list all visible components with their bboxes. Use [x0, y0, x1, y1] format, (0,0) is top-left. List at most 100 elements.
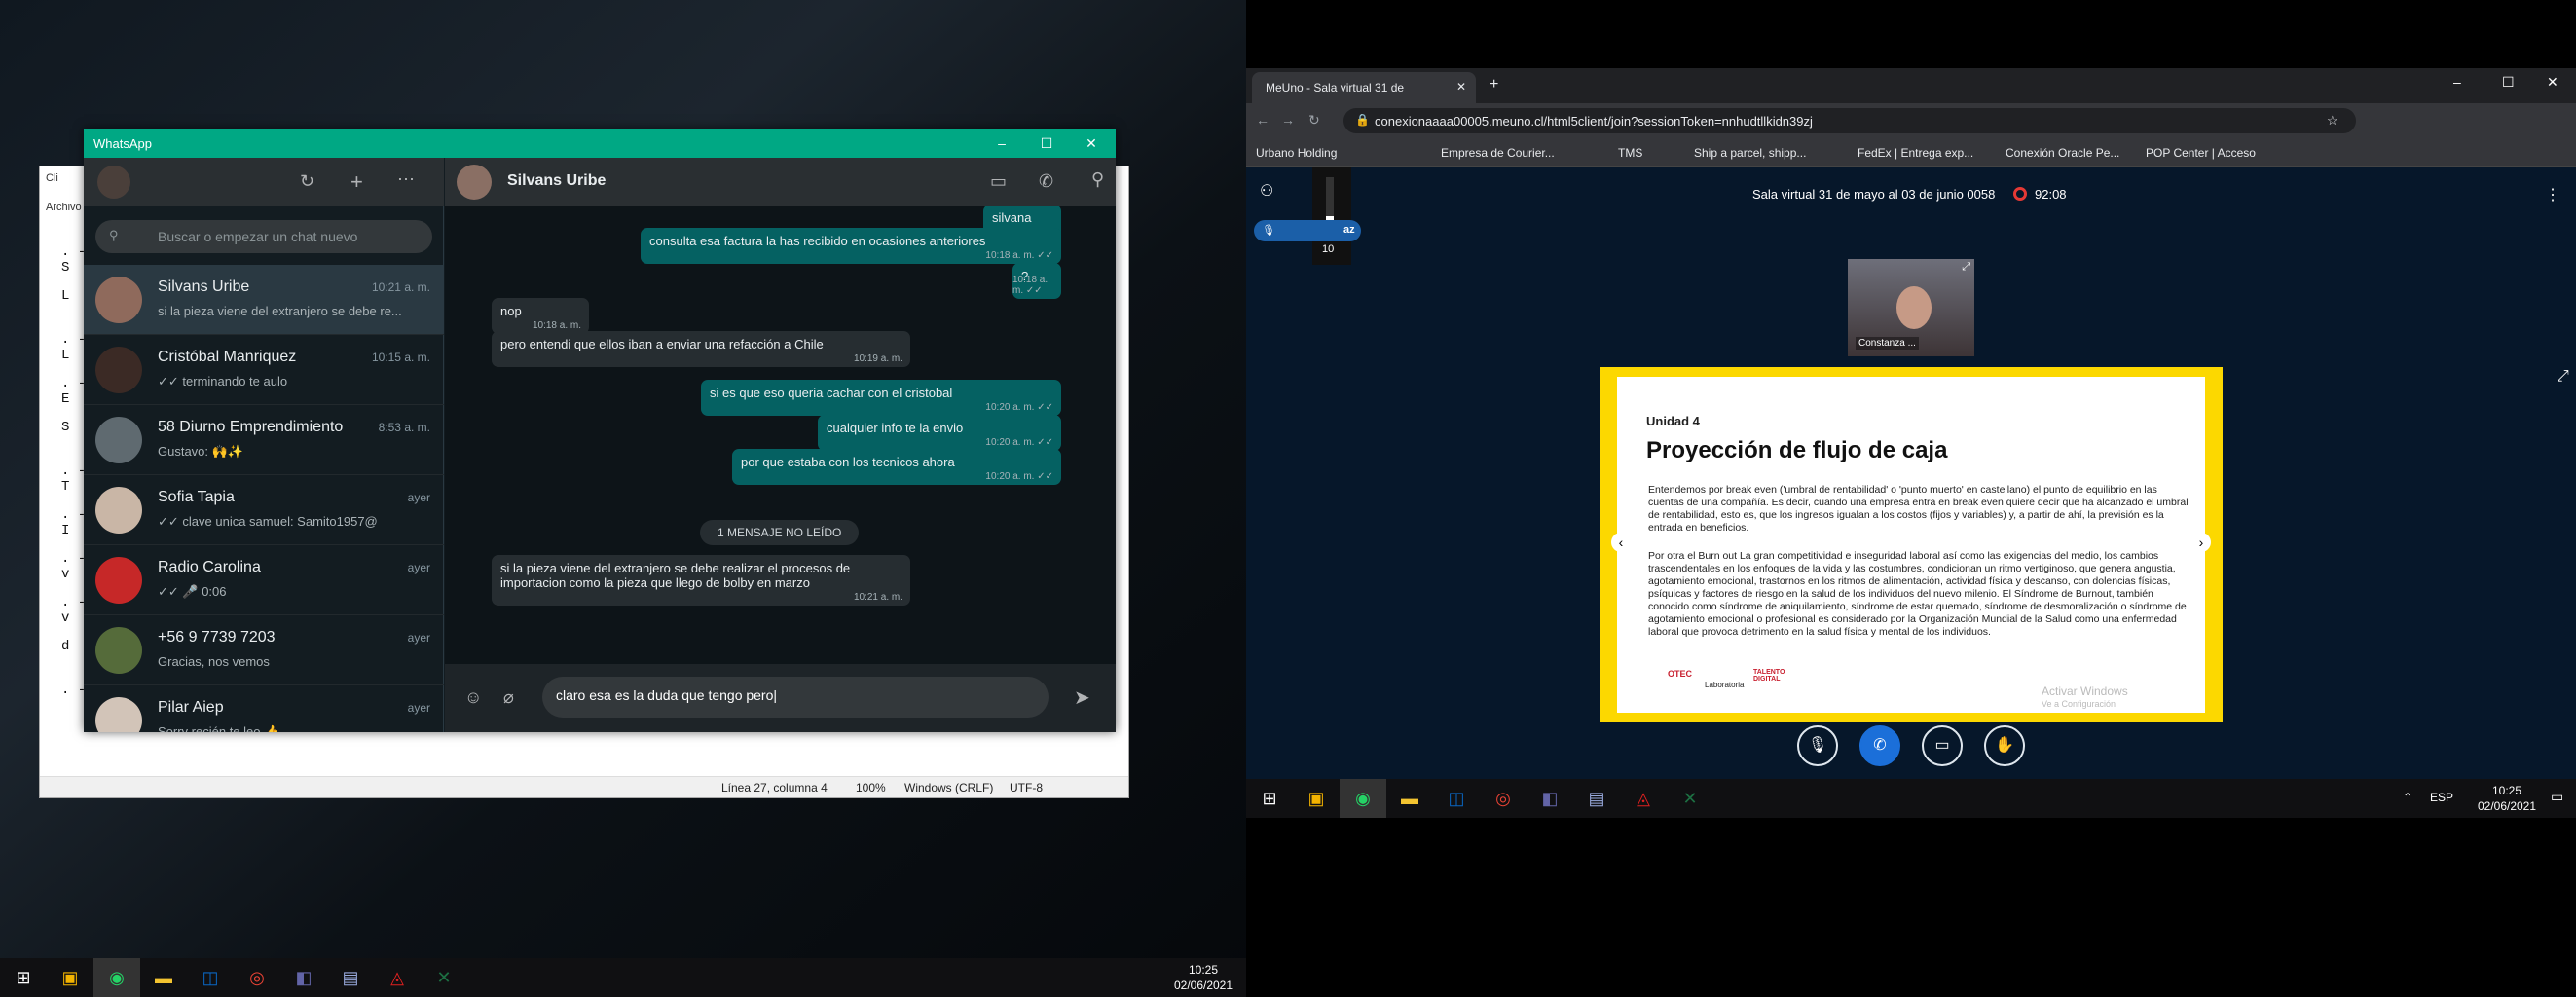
notepad-icon[interactable]: ▤ — [1573, 779, 1620, 818]
voice-call-icon[interactable]: ✆ — [1039, 171, 1053, 192]
whatsapp-taskbar-icon[interactable]: ◉ — [1340, 779, 1386, 818]
message-bubble[interactable]: consulta esa factura la has recibido en … — [641, 228, 1061, 264]
whatsapp-taskbar-icon[interactable]: ◉ — [93, 958, 140, 997]
attach-icon[interactable]: ⌀ — [503, 687, 514, 708]
unread-divider: 1 MENSAJE NO LEÍDO — [700, 520, 860, 545]
message-text: silvana — [992, 210, 1032, 225]
raise-hand-button[interactable]: ✋ — [1984, 725, 2025, 766]
outlook-icon[interactable]: ◫ — [187, 958, 234, 997]
media-icon[interactable]: ▣ — [47, 958, 93, 997]
back-icon[interactable]: ← — [1256, 112, 1270, 128]
contact-avatar[interactable] — [457, 165, 492, 200]
file-explorer-icon[interactable]: ▬ — [140, 958, 187, 997]
status-encoding: UTF-8 — [1010, 781, 1043, 794]
maximize-icon[interactable]: ☐ — [2502, 74, 2515, 91]
notifications-icon[interactable]: ▭ — [2551, 789, 2563, 805]
message-input[interactable]: claro esa es la duda que tengo pero| — [542, 677, 1049, 718]
tray-chevron-icon[interactable]: ⌃ — [2403, 791, 2412, 804]
bookmark-5[interactable]: Conexión Oracle Pe... — [2006, 146, 2119, 160]
users-icon[interactable]: ⚇ — [1260, 181, 1273, 201]
start-icon[interactable]: ⊞ — [1246, 779, 1293, 818]
file-explorer-icon[interactable]: ▬ — [1386, 779, 1433, 818]
bookmark-6[interactable]: POP Center | Acceso — [2146, 146, 2256, 160]
minimize-icon[interactable]: – — [2453, 74, 2461, 90]
bookmark-4[interactable]: FedEx | Entrega exp... — [1858, 146, 1973, 160]
record-icon[interactable] — [2013, 187, 2027, 201]
message-bubble[interactable]: si es que eso queria cachar con el crist… — [701, 380, 1061, 416]
bookmark-star-icon[interactable]: ☆ — [2327, 113, 2338, 129]
status-icon[interactable]: ↻ — [300, 171, 314, 192]
acrobat-icon[interactable]: ◬ — [1620, 779, 1667, 818]
new-tab-icon[interactable]: + — [1490, 76, 1498, 93]
language-indicator[interactable]: ESP — [2430, 791, 2453, 804]
message-bubble[interactable]: si la pieza viene del extranjero se debe… — [492, 555, 910, 606]
reload-icon[interactable]: ↻ — [1308, 112, 1320, 129]
audio-button[interactable]: ✆ — [1859, 725, 1900, 766]
message-bubble[interactable]: pero entendi que ellos iban a enviar una… — [492, 331, 910, 367]
new-chat-icon[interactable]: + — [350, 169, 363, 195]
send-icon[interactable]: ➤ — [1074, 685, 1090, 710]
my-avatar[interactable] — [97, 166, 130, 199]
browser-tab[interactable]: MeUno - Sala virtual 31 de ✕ — [1252, 72, 1476, 103]
chat-list-item[interactable]: +56 9 7739 7203 ayer Gracias, nos vemos — [84, 615, 444, 685]
volume-popup[interactable]: 10 — [1312, 167, 1351, 265]
minimize-icon[interactable]: – — [979, 129, 1024, 158]
video-call-icon[interactable]: ▭ — [990, 171, 1007, 192]
forward-icon[interactable]: → — [1281, 112, 1295, 128]
presenter-badge[interactable]: 🎙 az — [1254, 220, 1361, 241]
search-icon[interactable]: ⚲ — [1091, 169, 1104, 190]
mute-button[interactable]: 🎙 — [1797, 725, 1838, 766]
start-icon[interactable]: ⊞ — [0, 958, 47, 997]
message-bubble[interactable]: ? 10:18 a. m. ✓✓ — [1012, 263, 1061, 299]
excel-icon[interactable]: ✕ — [1667, 779, 1713, 818]
chat-list-item[interactable]: Pilar Aiep ayer Sorry recién te leo 👍 — [84, 685, 444, 732]
right-clock[interactable]: 10:25 02/06/2021 — [2473, 783, 2541, 814]
address-bar[interactable]: 🔒 conexionaaaa00005.meuno.cl/html5client… — [1343, 108, 2356, 133]
chat-list-item[interactable]: Cristóbal Manriquez 10:15 a. m. ✓✓ termina… — [84, 335, 444, 405]
chat-list-item[interactable]: Silvans Uribe 10:21 a. m. si la pieza vien… — [84, 265, 444, 335]
close-icon[interactable]: ✕ — [2547, 74, 2558, 91]
maximize-icon[interactable]: ☐ — [1024, 129, 1069, 158]
chat-time: ayer — [407, 631, 430, 645]
menu-icon[interactable]: ⋯ — [397, 169, 415, 190]
emoji-icon[interactable]: ☺ — [464, 687, 482, 708]
message-bubble[interactable]: nop 10:18 a. m. — [492, 298, 589, 334]
webcam-tile[interactable]: Constanza ... ⤢ — [1848, 259, 1974, 356]
acrobat-icon[interactable]: ◬ — [374, 958, 421, 997]
search-input[interactable]: ⚲ Buscar o empezar un chat nuevo — [95, 220, 432, 253]
message-list[interactable]: silvana10:17 a. m. ✓✓consulta esa factur… — [445, 206, 1116, 664]
fullscreen-icon[interactable]: ⤢ — [2557, 368, 2569, 386]
next-slide-icon[interactable]: › — [2191, 533, 2211, 552]
chat-time: 10:15 a. m. — [371, 351, 430, 364]
presentation-slide[interactable]: Unidad 4 Proyección de flujo de caja Ent… — [1600, 367, 2223, 722]
close-icon[interactable]: ✕ — [1069, 129, 1114, 158]
chat-list-item[interactable]: 58 Diurno Emprendimiento 8:53 a. m. Gustav… — [84, 405, 444, 475]
chat-list-item[interactable]: Sofia Tapia ayer ✓✓ clave unica samuel: Sa… — [84, 475, 444, 545]
excel-icon[interactable]: ✕ — [421, 958, 467, 997]
left-clock[interactable]: 10:25 02/06/2021 — [1164, 962, 1242, 993]
notepad-text[interactable]: . - S L. - L. - E S. - T. - I. - v. - v … — [50, 244, 89, 751]
bookmark-1[interactable]: Empresa de Courier... — [1441, 146, 1555, 160]
bookmark-0[interactable]: Urbano Holding — [1256, 146, 1337, 160]
chrome-icon[interactable]: ◎ — [1480, 779, 1527, 818]
close-tab-icon[interactable]: ✕ — [1456, 80, 1466, 93]
fullscreen-icon[interactable]: ⤢ — [1962, 261, 1970, 274]
outlook-icon[interactable]: ◫ — [1433, 779, 1480, 818]
notepad-menu[interactable]: Archivo — [46, 202, 82, 213]
chat-list-item[interactable]: Radio Carolina ayer ✓✓ 🎤 0:06 — [84, 545, 444, 615]
notepad-icon[interactable]: ▤ — [327, 958, 374, 997]
conversation-header[interactable]: Silvans Uribe ▭ ✆ ⚲ ⋯ — [445, 158, 1116, 206]
bookmark-2[interactable]: TMS — [1618, 146, 1642, 160]
chrome-icon[interactable]: ◎ — [234, 958, 280, 997]
chat-last-message: Gracias, nos vemos — [158, 654, 270, 669]
prev-slide-icon[interactable]: ‹ — [1611, 533, 1631, 552]
options-icon[interactable]: ⋮ — [2545, 185, 2560, 204]
teams-icon[interactable]: ◧ — [1527, 779, 1573, 818]
message-bubble[interactable]: cualquier info te la envio 10:20 a. m. ✓✓ — [818, 415, 1061, 451]
camera-button[interactable]: ▭ — [1922, 725, 1963, 766]
teams-icon[interactable]: ◧ — [280, 958, 327, 997]
chat-name: Silvans Uribe — [158, 278, 250, 295]
media-icon[interactable]: ▣ — [1293, 779, 1340, 818]
bookmark-3[interactable]: Ship a parcel, shipp... — [1694, 146, 1806, 160]
message-bubble[interactable]: por que estaba con los tecnicos ahora 10:… — [732, 449, 1061, 485]
